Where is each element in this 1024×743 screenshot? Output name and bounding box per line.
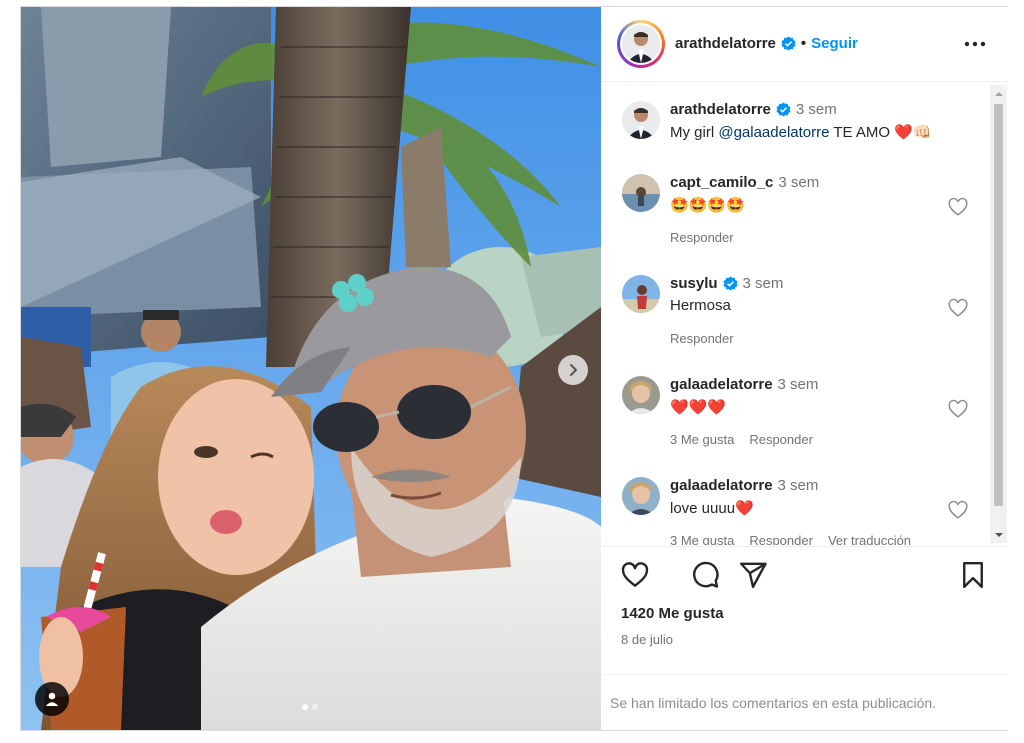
likes-count[interactable]: 1420 Me gusta	[621, 605, 724, 622]
post-caption: arathdelatorre 3 sem My girl @galaadelat…	[602, 101, 992, 161]
carousel-dot-active	[302, 704, 308, 710]
comment-username[interactable]: capt_camilo_c	[670, 174, 773, 191]
scroll-down-arrow-icon	[994, 532, 1003, 537]
commenter-avatar[interactable]	[622, 477, 660, 515]
scroll-up-button[interactable]	[990, 85, 1007, 102]
comment-item: galaadelatorre 3 sem ❤️❤️❤️ 3 Me gusta R…	[602, 376, 992, 456]
comment-header: galaadelatorre 3 sem	[670, 376, 818, 393]
post-author: arathdelatorre • Seguir	[675, 35, 858, 52]
bookmark-icon[interactable]	[958, 560, 988, 590]
follow-button[interactable]: Seguir	[811, 35, 858, 52]
comments-limited-notice: Se han limitado los comentarios en esta …	[602, 674, 1008, 730]
comment-icon[interactable]	[690, 560, 720, 590]
comment-item: susylu 3 sem Hermosa Responder	[602, 275, 992, 355]
comment-username[interactable]: galaadelatorre	[670, 376, 773, 393]
post-media[interactable]	[21, 7, 601, 730]
comment-username[interactable]: susylu	[670, 275, 718, 292]
comment-text: ❤️❤️❤️	[670, 399, 727, 416]
commenter-avatar[interactable]	[622, 174, 660, 212]
comment-time[interactable]: 3 sem	[778, 477, 819, 494]
post-side-panel: arathdelatorre • Seguir arathdelatorre 3…	[602, 7, 1008, 730]
comment-like-icon[interactable]	[947, 398, 969, 420]
more-dots-icon	[964, 41, 986, 47]
comment-username[interactable]: galaadelatorre	[670, 477, 773, 494]
comment-time[interactable]: 3 sem	[778, 376, 819, 393]
comment-time[interactable]: 3 sem	[796, 101, 837, 118]
avatar-image	[622, 25, 660, 63]
post-actions: 1420 Me gusta 8 de julio	[602, 546, 1008, 674]
verified-badge-icon	[723, 276, 738, 291]
scroll-down-button[interactable]	[990, 526, 1007, 543]
comment-actions: 3 Me gusta Responder	[670, 432, 813, 447]
instagram-post: arathdelatorre • Seguir arathdelatorre 3…	[20, 6, 1008, 731]
comment-time[interactable]: 3 sem	[778, 174, 819, 191]
commenter-avatar[interactable]	[622, 275, 660, 313]
comment-username[interactable]: arathdelatorre	[670, 101, 771, 118]
paper-plane-icon[interactable]	[738, 560, 768, 590]
comment-likes-count[interactable]: 3 Me gusta	[670, 432, 734, 447]
comments-scrollbar[interactable]	[990, 85, 1007, 543]
comment-header: susylu 3 sem	[670, 275, 783, 292]
comment-text: love uuuu❤️	[670, 500, 754, 517]
carousel-dot	[312, 704, 318, 710]
header-separator: •	[800, 35, 807, 52]
post-date[interactable]: 8 de julio	[621, 632, 673, 647]
caption-suffix: TE AMO ❤️👊🏻	[829, 124, 932, 141]
commenter-avatar[interactable]	[622, 101, 660, 139]
comment-item: capt_camilo_c 3 sem 🤩🤩🤩🤩 Responder	[602, 174, 992, 254]
carousel-indicator	[302, 704, 318, 710]
carousel-next-button[interactable]	[558, 355, 588, 385]
caption-prefix: My girl	[670, 124, 719, 141]
reply-button[interactable]: Responder	[749, 533, 813, 545]
mention-link[interactable]: @galaadelatorre	[718, 124, 829, 141]
author-username[interactable]: arathdelatorre	[675, 35, 776, 52]
comment-text: 🤩🤩🤩🤩	[670, 197, 745, 214]
comment-like-icon[interactable]	[947, 297, 969, 319]
author-avatar[interactable]	[617, 20, 665, 68]
reply-button[interactable]: Responder	[670, 331, 734, 346]
heart-icon[interactable]	[620, 560, 650, 590]
post-photo	[21, 7, 601, 730]
reply-button[interactable]: Responder	[749, 432, 813, 447]
comments-list[interactable]: arathdelatorre 3 sem My girl @galaadelat…	[602, 83, 1008, 545]
comment-item: galaadelatorre 3 sem love uuuu❤️ 3 Me gu…	[602, 477, 992, 545]
scroll-up-arrow-icon	[994, 91, 1003, 96]
comment-actions: 3 Me gusta Responder Ver traducción	[670, 533, 911, 545]
more-options-button[interactable]	[962, 34, 988, 54]
comment-likes-count[interactable]: 3 Me gusta	[670, 533, 734, 545]
tagged-users-button[interactable]	[35, 682, 69, 716]
comment-time[interactable]: 3 sem	[743, 275, 784, 292]
comment-header: galaadelatorre 3 sem	[670, 477, 818, 494]
comment-text: Hermosa	[670, 297, 731, 314]
comment-header: capt_camilo_c 3 sem	[670, 174, 819, 191]
commenter-avatar[interactable]	[622, 376, 660, 414]
user-tag-icon	[45, 692, 59, 706]
scroll-thumb[interactable]	[994, 104, 1003, 506]
chevron-right-icon	[570, 364, 577, 376]
post-header: arathdelatorre • Seguir	[602, 7, 1008, 82]
comment-actions: Responder	[670, 230, 734, 245]
reply-button[interactable]: Responder	[670, 230, 734, 245]
comment-like-icon[interactable]	[947, 499, 969, 521]
comment-actions: Responder	[670, 331, 734, 346]
comment-header: arathdelatorre 3 sem	[670, 101, 837, 118]
comment-like-icon[interactable]	[947, 196, 969, 218]
verified-badge-icon	[781, 36, 796, 51]
caption-text: My girl @galaadelatorre TE AMO ❤️👊🏻	[670, 123, 932, 141]
see-translation-button[interactable]: Ver traducción	[828, 533, 911, 545]
verified-badge-icon	[776, 102, 791, 117]
